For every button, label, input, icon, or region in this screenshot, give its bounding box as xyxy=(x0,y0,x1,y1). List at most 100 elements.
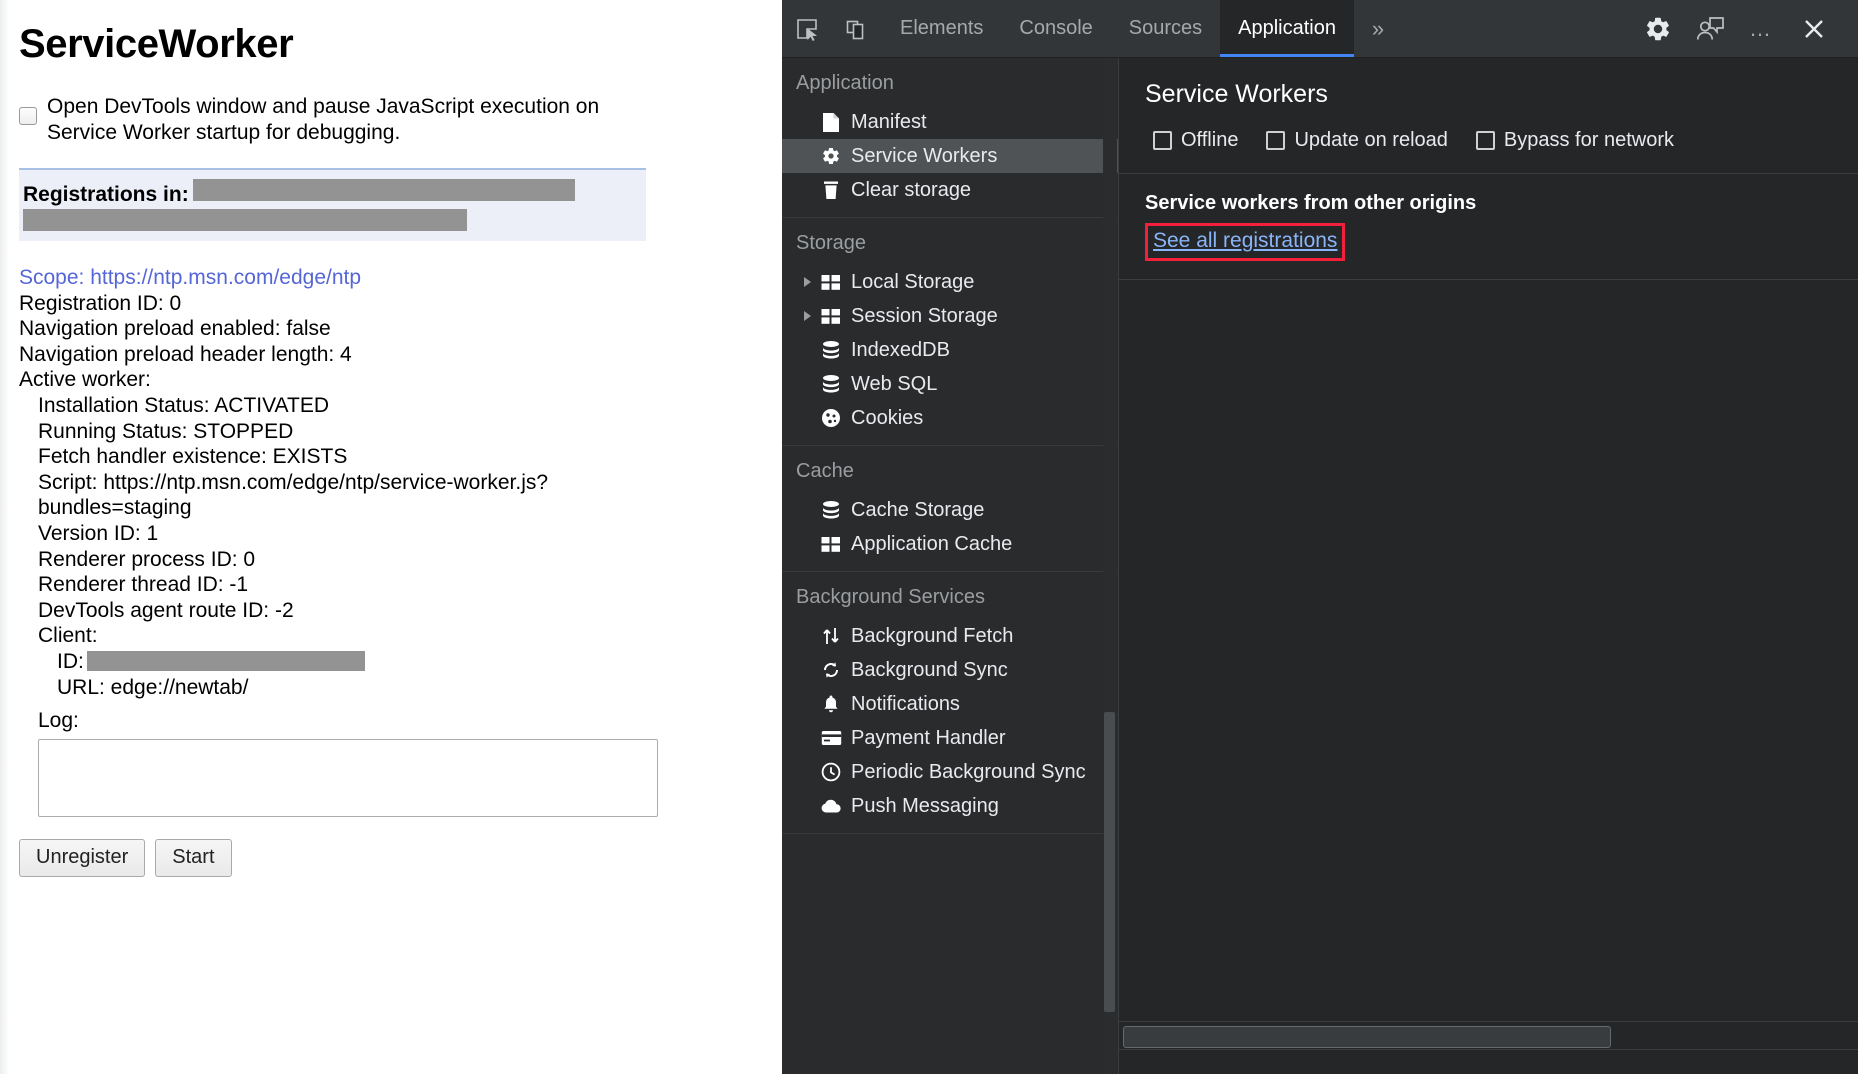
renderer-thread-id: Renderer thread ID: -1 xyxy=(19,572,659,598)
sidebar-item-label-background-sync: Background Sync xyxy=(851,659,1008,682)
nav-preload-enabled: Navigation preload enabled: false xyxy=(19,316,659,342)
sidebar-item-label-application-cache: Application Cache xyxy=(851,533,1012,556)
sidebar-item-label-cookies: Cookies xyxy=(851,407,923,430)
nav-preload-header-length: Navigation preload header length: 4 xyxy=(19,342,659,368)
sidebar-item-web-sql[interactable]: Web SQL xyxy=(782,367,1118,401)
sidebar-scrollbar-thumb[interactable] xyxy=(1104,712,1115,1012)
client-id-label: ID: xyxy=(57,650,84,673)
see-all-registrations-link[interactable]: See all registrations xyxy=(1153,229,1337,252)
sidebar-item-label-push-messaging: Push Messaging xyxy=(851,795,999,818)
sidebar-item-label-web-sql: Web SQL xyxy=(851,373,937,396)
sidebar-item-push-messaging[interactable]: Push Messaging xyxy=(782,789,1118,823)
offline-checkbox[interactable] xyxy=(1153,131,1172,150)
sidebar-group-application: Application Manifest Service Workers xyxy=(782,58,1118,218)
service-workers-options: Offline Update on reload Bypass for netw… xyxy=(1153,129,1858,152)
start-button[interactable]: Start xyxy=(155,839,231,877)
sidebar-group-title-cache: Cache xyxy=(782,446,1118,493)
bypass-for-network-checkbox[interactable] xyxy=(1476,131,1495,150)
feedback-person-icon[interactable] xyxy=(1684,0,1736,57)
sidebar-item-label-background-fetch: Background Fetch xyxy=(851,625,1013,648)
sidebar-group-title-application: Application xyxy=(782,58,1118,105)
sidebar-item-clear-storage[interactable]: Clear storage xyxy=(782,173,1118,207)
redacted-origin-part-2 xyxy=(23,209,467,231)
offline-label: Offline xyxy=(1181,129,1238,152)
tab-application[interactable]: Application xyxy=(1220,0,1354,57)
trash-icon xyxy=(820,180,842,200)
update-on-reload-option[interactable]: Update on reload xyxy=(1266,129,1447,152)
log-textarea[interactable] xyxy=(38,739,658,817)
sidebar-item-notifications[interactable]: Notifications xyxy=(782,687,1118,721)
registration-scope[interactable]: Scope: https://ntp.msn.com/edge/ntp xyxy=(19,265,659,291)
redacted-origin-part-1 xyxy=(193,179,575,201)
unregister-button[interactable]: Unregister xyxy=(19,839,145,877)
sidebar-item-application-cache[interactable]: Application Cache xyxy=(782,527,1118,561)
close-glyph xyxy=(1801,16,1827,42)
feedback-glyph xyxy=(1695,15,1725,43)
sidebar-item-label-manifest: Manifest xyxy=(851,111,927,134)
device-toolbar-icon[interactable] xyxy=(832,0,882,57)
database-icon xyxy=(820,340,842,360)
sidebar-item-label-service-workers: Service Workers xyxy=(851,145,997,168)
sidebar-item-cookies[interactable]: Cookies xyxy=(782,401,1118,435)
tab-sources[interactable]: Sources xyxy=(1111,0,1220,57)
active-worker-label: Active worker: xyxy=(19,367,659,393)
sidebar-item-payment-handler[interactable]: Payment Handler xyxy=(782,721,1118,755)
bypass-for-network-option[interactable]: Bypass for network xyxy=(1476,129,1674,152)
sidebar-item-label-notifications: Notifications xyxy=(851,693,960,716)
sidebar-item-label-local-storage: Local Storage xyxy=(851,271,974,294)
sidebar-item-session-storage[interactable]: Session Storage xyxy=(782,299,1118,333)
sidebar-item-manifest[interactable]: Manifest xyxy=(782,105,1118,139)
sidebar-scrollbar-track[interactable] xyxy=(1103,58,1117,1074)
sidebar-item-background-fetch[interactable]: Background Fetch xyxy=(782,619,1118,653)
inspect-element-icon[interactable] xyxy=(782,0,832,57)
sidebar-item-label-clear-storage: Clear storage xyxy=(851,179,971,202)
sidebar-item-background-sync[interactable]: Background Sync xyxy=(782,653,1118,687)
close-icon[interactable] xyxy=(1788,0,1840,57)
sidebar-item-local-storage[interactable]: Local Storage xyxy=(782,265,1118,299)
more-tabs-icon[interactable]: » xyxy=(1354,0,1402,57)
sync-icon xyxy=(820,660,842,680)
chevron-right-icon[interactable] xyxy=(804,311,811,321)
sidebar-item-indexeddb[interactable]: IndexedDB xyxy=(782,333,1118,367)
tab-elements[interactable]: Elements xyxy=(882,0,1001,57)
offline-option[interactable]: Offline xyxy=(1153,129,1238,152)
renderer-process-id: Renderer process ID: 0 xyxy=(19,547,659,573)
other-origins-title: Service workers from other origins xyxy=(1145,192,1858,215)
client-label: Client: xyxy=(19,623,659,649)
main-horizontal-scrollbar-thumb[interactable] xyxy=(1123,1026,1611,1048)
gear-icon[interactable] xyxy=(1632,0,1684,57)
client-id-row: ID: xyxy=(19,649,659,675)
service-worker-registration-details: Scope: https://ntp.msn.com/edge/ntp Regi… xyxy=(19,265,659,734)
log-label: Log: xyxy=(19,708,659,734)
installation-status: Installation Status: ACTIVATED xyxy=(19,393,659,419)
service-workers-pane: Service Workers Offline Update on reload… xyxy=(1119,58,1858,1074)
debug-on-startup-checkbox[interactable] xyxy=(19,107,37,125)
update-on-reload-checkbox[interactable] xyxy=(1266,131,1285,150)
sidebar-item-label-payment-handler: Payment Handler xyxy=(851,727,1006,750)
tab-console[interactable]: Console xyxy=(1001,0,1110,57)
sidebar-item-cache-storage[interactable]: Cache Storage xyxy=(782,493,1118,527)
devtools-body: Application Manifest Service Workers xyxy=(782,58,1858,1074)
sidebar-item-periodic-background-sync[interactable]: Periodic Background Sync xyxy=(782,755,1118,789)
bypass-for-network-label: Bypass for network xyxy=(1504,129,1674,152)
main-bottom-rule xyxy=(1119,1049,1858,1050)
more-options-icon[interactable]: … xyxy=(1736,0,1788,57)
update-on-reload-label: Update on reload xyxy=(1294,129,1447,152)
version-id: Version ID: 1 xyxy=(19,521,659,547)
registration-actions: Unregister Start xyxy=(19,839,782,877)
inspect-element-glyph xyxy=(794,16,820,42)
sidebar-item-label-session-storage: Session Storage xyxy=(851,305,998,328)
debug-on-startup-row: Open DevTools window and pause JavaScrip… xyxy=(19,94,782,146)
devtools-toolbar: Elements Console Sources Application » … xyxy=(782,0,1858,58)
credit-card-icon xyxy=(820,728,842,748)
sidebar-item-service-workers[interactable]: Service Workers xyxy=(782,139,1118,173)
cookie-icon xyxy=(820,408,842,428)
page-title: ServiceWorker xyxy=(19,22,782,66)
sidebar-group-title-storage: Storage xyxy=(782,218,1118,265)
sidebar-group-storage: Storage Local Storage Session Storage xyxy=(782,218,1118,446)
chevron-right-icon[interactable] xyxy=(804,277,811,287)
other-origins-section: Service workers from other origins See a… xyxy=(1119,174,1858,261)
sidebar-group-cache: Cache Cache Storage Application Cache xyxy=(782,446,1118,572)
table-icon xyxy=(820,306,842,326)
registrations-banner: Registrations in: xyxy=(19,168,646,241)
